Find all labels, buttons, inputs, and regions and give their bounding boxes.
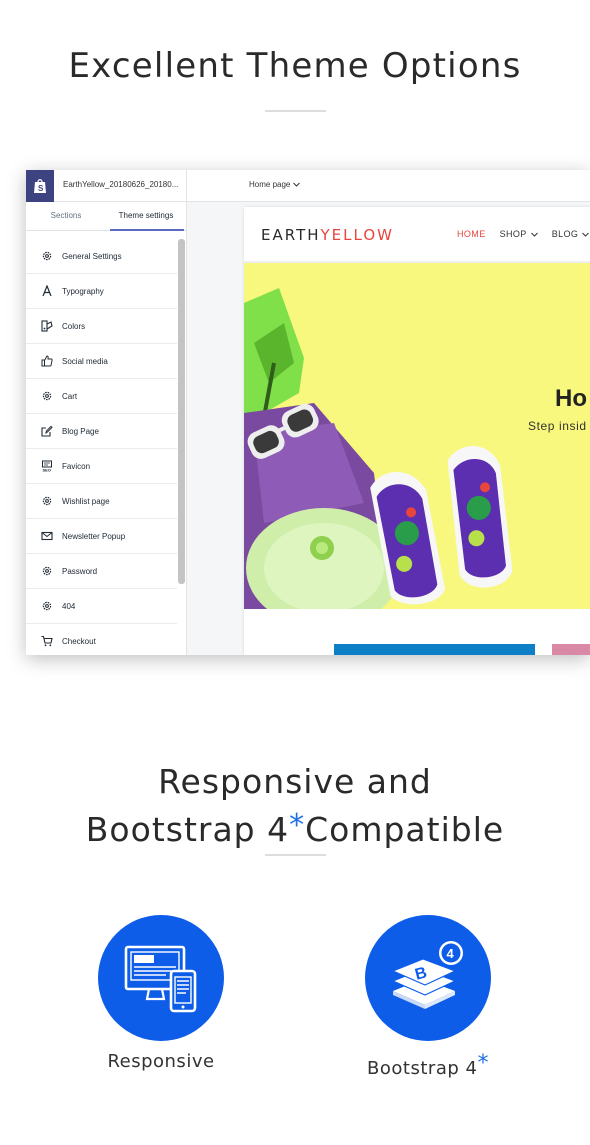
menu-item-label: General Settings bbox=[62, 251, 122, 261]
menu-item-checkout[interactable]: Checkout bbox=[26, 624, 177, 655]
chevron-down-icon bbox=[293, 182, 301, 187]
nav-label: SHOP bbox=[499, 229, 527, 239]
feature-label: Bootstrap 4* bbox=[365, 1051, 491, 1079]
store-header: EARTHYELLOW HOME SHOP BLOG bbox=[244, 207, 590, 263]
hero-subtitle: Step insid bbox=[528, 419, 587, 433]
feature-label: Responsive bbox=[107, 1051, 215, 1072]
tab-sections[interactable]: Sections bbox=[26, 202, 106, 230]
store-preview: EARTHYELLOW HOME SHOP BLOG Ho Step insid bbox=[244, 207, 590, 655]
settings-menu: General Settings Typography Colors Socia… bbox=[26, 239, 177, 655]
feature-label-text: Bootstrap 4 bbox=[367, 1058, 478, 1079]
chevron-down-icon bbox=[530, 232, 538, 237]
menu-item-label: 404 bbox=[62, 601, 76, 611]
shopify-bag-icon: S bbox=[34, 179, 46, 193]
asterisk-mark: * bbox=[289, 808, 306, 843]
menu-item-label: Checkout bbox=[62, 636, 96, 646]
menu-item-label: Favicon bbox=[62, 461, 91, 471]
heading-divider bbox=[265, 854, 326, 856]
menu-item-social-media[interactable]: Social media bbox=[26, 344, 177, 379]
nav-blog[interactable]: BLOG bbox=[552, 229, 590, 239]
banner-blue-block[interactable] bbox=[334, 644, 535, 655]
menu-item-blog-page[interactable]: Blog Page bbox=[26, 414, 177, 449]
topbar-divider bbox=[186, 170, 187, 202]
thumbs-up-icon bbox=[40, 355, 53, 368]
tab-theme-settings[interactable]: Theme settings bbox=[106, 202, 186, 231]
typography-icon bbox=[40, 285, 53, 298]
theme-options-heading: Excellent Theme Options bbox=[68, 46, 522, 86]
edit-icon bbox=[40, 425, 53, 438]
feature-bootstrap: B 4 Bootstrap 4* bbox=[365, 915, 491, 1079]
gear-icon bbox=[40, 495, 53, 508]
heading-line-2: Bootstrap 4 bbox=[85, 810, 290, 849]
svg-text:4: 4 bbox=[447, 946, 455, 961]
bootstrap-icon: B 4 bbox=[391, 941, 463, 1009]
asterisk-mark: * bbox=[477, 1051, 489, 1076]
favicon-icon: SEO bbox=[40, 460, 53, 473]
menu-item-general-settings[interactable]: General Settings bbox=[26, 239, 177, 274]
store-nav: HOME SHOP BLOG bbox=[457, 229, 590, 239]
menu-item-colors[interactable]: Colors bbox=[26, 309, 177, 344]
menu-item-label: Colors bbox=[62, 321, 86, 331]
nav-home[interactable]: HOME bbox=[457, 229, 486, 239]
nav-label: HOME bbox=[457, 229, 486, 239]
menu-item-404[interactable]: 404 bbox=[26, 589, 177, 624]
menu-item-label: Password bbox=[62, 566, 98, 576]
hero-banner[interactable]: Ho Step insid bbox=[244, 263, 590, 609]
page-selector[interactable]: Home page bbox=[249, 180, 301, 189]
theme-file-name: EarthYellow_20180626_20180... bbox=[63, 180, 179, 189]
responsive-devices-icon bbox=[124, 945, 197, 1013]
menu-item-label: Blog Page bbox=[62, 426, 99, 436]
store-logo-part-2: YELLOW bbox=[320, 226, 394, 244]
responsive-circle bbox=[98, 915, 224, 1041]
store-logo[interactable]: EARTHYELLOW bbox=[261, 226, 394, 244]
hero-image bbox=[244, 288, 513, 609]
menu-item-label: Cart bbox=[62, 391, 78, 401]
gear-icon bbox=[40, 565, 53, 578]
shopify-logo[interactable]: S bbox=[26, 170, 54, 202]
gear-icon bbox=[40, 390, 53, 403]
palette-icon bbox=[40, 320, 53, 333]
store-logo-part-1: EARTH bbox=[261, 226, 321, 244]
menu-item-password[interactable]: Password bbox=[26, 554, 177, 589]
chevron-down-icon bbox=[582, 232, 590, 237]
svg-text:S: S bbox=[38, 184, 44, 193]
menu-item-favicon[interactable]: SEO Favicon bbox=[26, 449, 177, 484]
theme-editor-screenshot: S EarthYellow_20180626_20180... Home pag… bbox=[26, 170, 590, 655]
banner-pink-block[interactable] bbox=[552, 644, 590, 655]
responsive-bootstrap-heading: Responsive and Bootstrap 4*Compatible bbox=[0, 760, 590, 852]
nav-shop[interactable]: SHOP bbox=[500, 229, 538, 239]
editor-topbar: S EarthYellow_20180626_20180... Home pag… bbox=[26, 170, 590, 202]
bootstrap-circle: B 4 bbox=[365, 915, 491, 1041]
menu-item-wishlist-page[interactable]: Wishlist page bbox=[26, 484, 177, 519]
sidebar-scrollbar[interactable] bbox=[178, 239, 185, 584]
heading-line-2-tail: Compatible bbox=[305, 810, 505, 849]
menu-item-label: Wishlist page bbox=[62, 496, 110, 506]
gear-icon bbox=[40, 600, 53, 613]
menu-item-typography[interactable]: Typography bbox=[26, 274, 177, 309]
settings-sidebar: Sections Theme settings General Settings… bbox=[26, 202, 187, 655]
menu-item-cart[interactable]: Cart bbox=[26, 379, 177, 414]
nav-label: BLOG bbox=[551, 229, 579, 239]
menu-item-label: Typography bbox=[62, 286, 104, 296]
page-selector-label: Home page bbox=[249, 180, 291, 189]
cart-icon bbox=[40, 635, 53, 648]
menu-item-label: Social media bbox=[62, 356, 108, 366]
heading-line-1: Responsive and bbox=[158, 762, 432, 801]
svg-text:SEO: SEO bbox=[42, 468, 50, 473]
menu-item-label: Newsletter Popup bbox=[62, 531, 126, 541]
feature-responsive: Responsive bbox=[98, 915, 224, 1072]
mail-icon bbox=[40, 530, 53, 543]
gear-icon bbox=[40, 250, 53, 263]
sidebar-tabs: Sections Theme settings bbox=[26, 202, 186, 231]
menu-item-newsletter-popup[interactable]: Newsletter Popup bbox=[26, 519, 177, 554]
heading-divider bbox=[265, 110, 326, 112]
hero-title: Ho bbox=[555, 385, 587, 412]
